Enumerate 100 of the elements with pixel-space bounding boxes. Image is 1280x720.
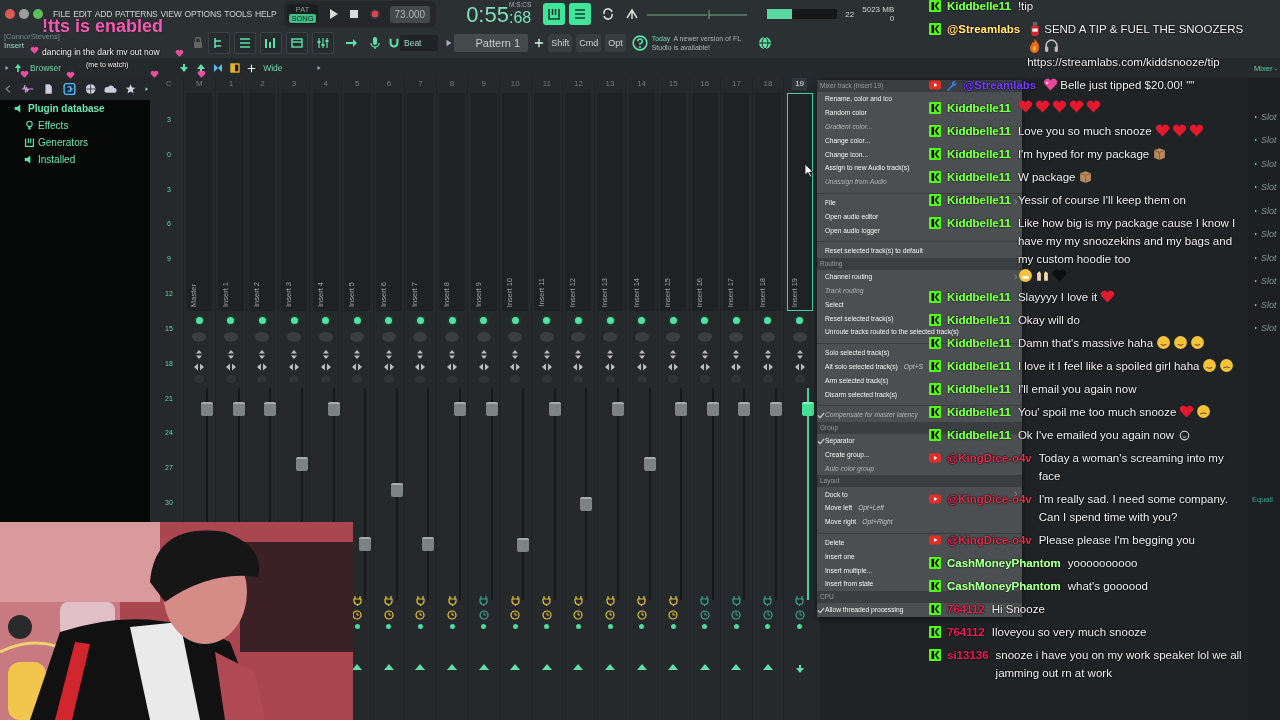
up-down-arrows-icon[interactable]: [353, 350, 362, 359]
panel-icon[interactable]: [230, 63, 241, 73]
loop-icon[interactable]: [601, 7, 616, 21]
clock-icon[interactable]: [636, 610, 647, 620]
route-dot[interactable]: [794, 315, 806, 326]
tree-item[interactable]: Installed: [0, 151, 150, 168]
plug-icon[interactable]: [447, 596, 457, 606]
triangle-icon[interactable]: [415, 664, 426, 670]
fader-handle[interactable]: [517, 538, 530, 553]
left-right-arrows-icon[interactable]: [447, 363, 458, 371]
plug-icon[interactable]: [668, 596, 678, 606]
route-dot[interactable]: [509, 315, 521, 326]
track-number[interactable]: 14: [637, 78, 647, 90]
help-icon[interactable]: [631, 35, 648, 51]
mixer-slot[interactable]: Slot: [1254, 105, 1280, 129]
track-number[interactable]: 15: [668, 78, 678, 90]
route-dot[interactable]: [636, 315, 648, 326]
track-number[interactable]: 3: [291, 78, 297, 90]
plus-icon[interactable]: [534, 38, 545, 48]
left-right-arrows-icon[interactable]: [731, 363, 742, 371]
microphone-icon[interactable]: [368, 36, 382, 50]
clock-icon[interactable]: [447, 610, 458, 620]
triangle-icon[interactable]: [478, 664, 489, 670]
route-dot[interactable]: [414, 315, 426, 326]
left-right-arrows-icon[interactable]: [573, 363, 584, 371]
fader-handle[interactable]: [706, 401, 719, 416]
route-dot[interactable]: [730, 315, 742, 326]
fader-handle[interactable]: [643, 457, 656, 472]
left-right-arrows-icon[interactable]: [383, 363, 394, 371]
up-down-arrows-icon[interactable]: [321, 350, 330, 359]
chat-username[interactable]: Kiddbelle11: [947, 310, 1011, 329]
up-down-arrows-icon[interactable]: [732, 350, 741, 359]
mixer-slot[interactable]: Slot: [1254, 293, 1280, 317]
fader-handle[interactable]: [390, 483, 403, 498]
zoom-button[interactable]: [33, 9, 43, 19]
modifier-button[interactable]: Shift: [548, 34, 573, 52]
mixer-slot[interactable]: Slot: [1254, 199, 1280, 223]
plug-icon[interactable]: [637, 596, 647, 606]
left-right-arrows-icon[interactable]: [541, 363, 552, 371]
route-dot[interactable]: [225, 315, 237, 326]
route-dot[interactable]: [320, 315, 332, 326]
close-button[interactable]: [5, 9, 15, 19]
fader-handle[interactable]: [232, 401, 245, 416]
track-number[interactable]: 4: [323, 78, 328, 90]
up-down-arrows-icon[interactable]: [384, 350, 393, 359]
chat-username[interactable]: Kiddbelle11: [947, 98, 1011, 117]
chat-username[interactable]: 764112: [947, 622, 985, 641]
route-dot[interactable]: [257, 315, 268, 326]
chat-username[interactable]: Kiddbelle11: [947, 0, 1011, 15]
menu-item[interactable]: EDIT: [73, 9, 92, 19]
toolbar-button[interactable]: [208, 32, 230, 54]
track-number[interactable]: 16: [700, 78, 710, 90]
clock-icon[interactable]: [541, 610, 552, 620]
chat-username[interactable]: CashMoneyPhantom: [947, 553, 1061, 572]
route-dot[interactable]: [667, 315, 679, 326]
chat-username[interactable]: Kiddbelle11: [947, 287, 1011, 306]
up-down-arrows-icon[interactable]: [290, 350, 299, 359]
pattern-selector[interactable]: Pattern 1: [453, 34, 529, 52]
record-icon[interactable]: [368, 8, 381, 20]
route-dot[interactable]: [446, 315, 458, 326]
clock-icon[interactable]: [510, 610, 521, 620]
triangle-icon[interactable]: [699, 664, 710, 670]
up-down-arrows-icon[interactable]: [637, 350, 646, 359]
menu-item[interactable]: VIEW: [160, 9, 182, 19]
fader-handle[interactable]: [770, 401, 782, 416]
left-right-arrows-icon[interactable]: [478, 363, 489, 371]
clock-icon[interactable]: [383, 610, 394, 620]
left-right-arrows-icon[interactable]: [794, 363, 805, 371]
fader-handle[interactable]: [738, 401, 751, 416]
fader-handle[interactable]: [485, 401, 498, 416]
plug-icon[interactable]: [731, 596, 741, 606]
route-dot[interactable]: [699, 315, 711, 326]
fader-handle[interactable]: [580, 496, 593, 511]
triangle-icon[interactable]: [352, 664, 363, 670]
track-number[interactable]: 19: [792, 78, 808, 90]
mixer-slot[interactable]: Slot: [1254, 316, 1280, 340]
up-down-arrows-icon[interactable]: [258, 350, 267, 359]
track-number[interactable]: 10: [510, 78, 520, 90]
triangle-icon[interactable]: [383, 664, 394, 670]
up-down-arrows-icon[interactable]: [574, 350, 583, 359]
triangle-icon[interactable]: [447, 664, 458, 670]
fader-handle[interactable]: [422, 536, 435, 551]
route-dot[interactable]: [604, 315, 616, 326]
fader-handle[interactable]: [612, 401, 624, 416]
track-number[interactable]: 11: [542, 78, 551, 90]
fader-handle[interactable]: [296, 457, 309, 472]
clock-icon[interactable]: [668, 610, 679, 620]
route-dot[interactable]: [541, 315, 553, 326]
chat-username[interactable]: Kiddbelle11: [947, 379, 1011, 398]
mixer-slot[interactable]: Slot: [1254, 222, 1280, 246]
route-dot[interactable]: [351, 315, 363, 326]
route-dot[interactable]: [288, 315, 300, 326]
chat-username[interactable]: Kiddbelle11: [947, 167, 1011, 186]
left-right-arrows-icon[interactable]: [225, 363, 236, 371]
plug-icon[interactable]: [763, 596, 773, 606]
track-number[interactable]: 5: [355, 78, 360, 90]
plug-icon[interactable]: [700, 596, 710, 606]
track-number[interactable]: M: [195, 78, 203, 90]
track-number[interactable]: 12: [573, 78, 583, 90]
tool-button[interactable]: [569, 3, 592, 25]
